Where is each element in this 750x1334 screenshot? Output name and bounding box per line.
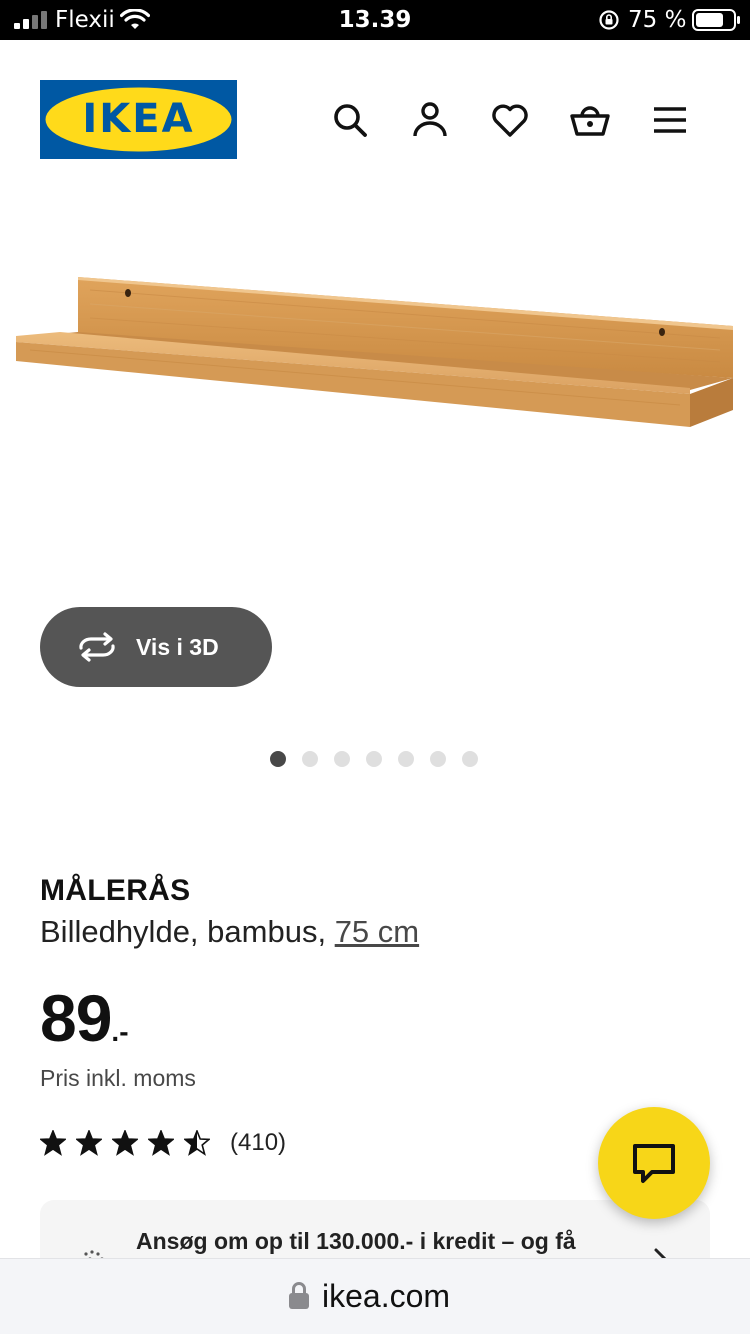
basket-icon[interactable] <box>570 100 610 140</box>
chat-button[interactable] <box>598 1107 710 1219</box>
carousel-dot[interactable] <box>430 751 446 767</box>
carousel-dots[interactable] <box>270 751 490 767</box>
carousel-dot[interactable] <box>302 751 318 767</box>
carousel-dot[interactable] <box>366 751 382 767</box>
rating[interactable]: (410) <box>40 1128 340 1160</box>
rotate-3d-icon <box>79 632 115 662</box>
product-size-link[interactable]: 75 cm <box>335 914 419 949</box>
star-icon <box>184 1130 210 1156</box>
account-icon[interactable] <box>410 100 450 140</box>
search-icon[interactable] <box>330 100 370 140</box>
price-decimal: .- <box>111 1016 129 1047</box>
star-icon <box>148 1130 174 1156</box>
view-3d-button[interactable]: Vis i 3D <box>40 607 272 687</box>
heart-icon[interactable] <box>490 100 530 140</box>
battery-icon <box>692 9 740 31</box>
product-image[interactable] <box>0 260 750 440</box>
credit-text: Ansøg om op til 130.000.- i kredit – og … <box>136 1228 576 1254</box>
url-text: ikea.com <box>322 1278 451 1314</box>
menu-icon[interactable] <box>650 100 690 140</box>
carousel-dot[interactable] <box>462 751 478 767</box>
carousel-dot[interactable] <box>398 751 414 767</box>
ikea-logo[interactable]: IKEA <box>40 80 237 159</box>
price-integer: 89 <box>40 981 112 1055</box>
star-icon <box>76 1130 102 1156</box>
product-price: 89.- <box>40 978 129 1058</box>
star-icon <box>40 1130 66 1156</box>
price-note: Pris inkl. moms <box>40 1065 196 1091</box>
star-icon <box>112 1130 138 1156</box>
status-bar: Flexii 13.39 75 % <box>0 0 750 40</box>
view-3d-label: Vis i 3D <box>136 634 219 660</box>
rotation-lock-icon <box>599 10 619 30</box>
product-description: Billedhylde, bambus, 75 cm <box>40 912 419 952</box>
logo-text: IKEA <box>82 96 195 142</box>
lock-icon <box>289 1282 309 1309</box>
review-count[interactable]: (410) <box>230 1128 286 1158</box>
carousel-dot[interactable] <box>334 751 350 767</box>
browser-address-bar[interactable]: ikea.com <box>0 1258 750 1334</box>
battery-percent: 75 % <box>628 7 687 33</box>
carousel-dot[interactable] <box>270 751 286 767</box>
chat-icon <box>633 1144 675 1183</box>
product-name: MÅLERÅS <box>40 874 191 907</box>
product-description-text: Billedhylde, bambus, <box>40 914 327 949</box>
